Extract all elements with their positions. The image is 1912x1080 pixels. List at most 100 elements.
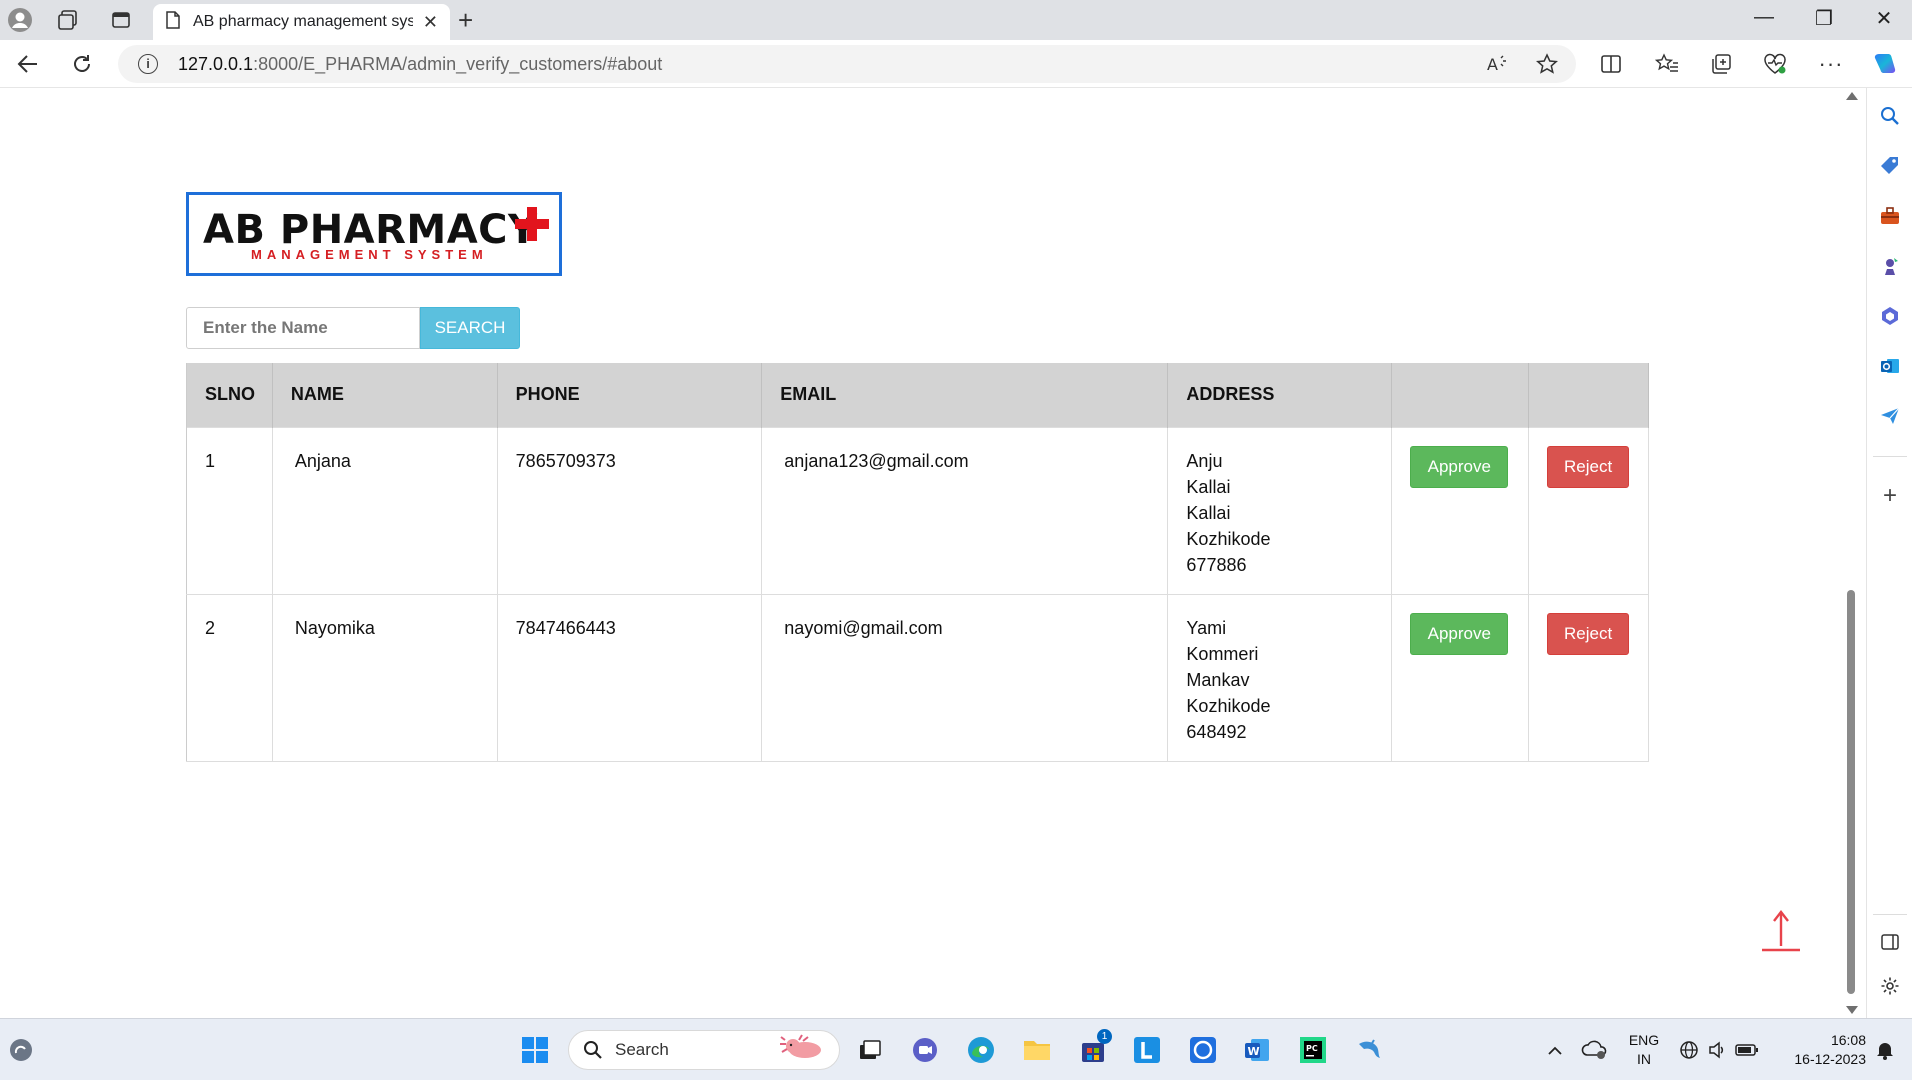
search-icon[interactable] (1878, 104, 1902, 128)
tools-icon[interactable] (1878, 204, 1902, 228)
show-hidden-icons-chevron-icon[interactable] (1538, 1033, 1572, 1067)
split-screen-icon[interactable] (1596, 50, 1626, 78)
close-tab-icon[interactable]: ✕ (423, 12, 438, 33)
browser-tab-bar: AB pharmacy management syste ✕ + — ❐ ✕ (0, 0, 1912, 40)
region-code: IN (1637, 1051, 1651, 1067)
url-path: :8000/E_PHARMA/admin_verify_customers/#a… (253, 53, 663, 74)
microsoft-store-icon[interactable]: 1 (1076, 1029, 1112, 1067)
games-icon[interactable] (1878, 254, 1902, 278)
add-sidebar-app-icon[interactable]: + (1878, 482, 1902, 509)
approve-button[interactable]: Approve (1410, 445, 1509, 488)
medical-cross-icon (515, 207, 549, 241)
sidebar-divider (1873, 456, 1907, 457)
favorite-star-icon[interactable] (1532, 50, 1562, 78)
widgets-weather-icon[interactable] (4, 1033, 38, 1067)
page-content: AB PHARMACY MANAGEMENT SYSTEM SEARCH SLN… (0, 88, 1840, 1018)
cell-reject: Reject (1528, 426, 1649, 595)
cell-address: Anju Kallai Kallai Kozhikode 677886 (1167, 426, 1393, 595)
language-indicator[interactable]: ENG IN (1624, 1031, 1664, 1069)
task-view-icon[interactable] (852, 1033, 886, 1067)
close-window-icon[interactable]: ✕ (1864, 6, 1904, 31)
volume-icon[interactable] (1700, 1033, 1734, 1067)
edge-browser-icon[interactable] (964, 1033, 998, 1067)
reject-button[interactable]: Reject (1547, 612, 1630, 655)
site-info-icon[interactable]: i (138, 54, 158, 74)
microsoft-365-icon[interactable] (1878, 304, 1902, 328)
cell-phone: 7865709373 (496, 426, 763, 595)
cell-name: Nayomika (271, 593, 498, 762)
mysql-dolphin-icon[interactable] (1352, 1033, 1386, 1067)
notification-bell-icon[interactable] (1868, 1033, 1902, 1067)
address-line: Kallai (1186, 502, 1231, 523)
search-icon (584, 1041, 602, 1059)
windows-taskbar: Search 1 W PC ENG IN 16:08 16-12-2023 (0, 1018, 1912, 1080)
header-reject-col (1528, 363, 1649, 427)
search-highlight-axolotl-icon (777, 1032, 831, 1069)
send-drop-icon[interactable] (1878, 404, 1902, 428)
outlook-icon[interactable] (1878, 354, 1902, 378)
page-scrollbar[interactable] (1840, 88, 1862, 1018)
pharmacy-logo[interactable]: AB PHARMACY MANAGEMENT SYSTEM (186, 192, 562, 276)
cell-approve: Approve (1391, 593, 1530, 762)
store-notification-badge: 1 (1097, 1029, 1112, 1044)
cell-email: anjana123@gmail.com (761, 426, 1169, 595)
collections-icon[interactable] (1706, 50, 1736, 78)
copilot-icon[interactable] (1870, 50, 1900, 78)
l-app-icon[interactable] (1130, 1033, 1164, 1067)
tab-actions-icon[interactable] (107, 6, 135, 34)
teams-chat-icon[interactable] (908, 1033, 942, 1067)
clock-time: 16:08 (1830, 1032, 1866, 1048)
refresh-icon[interactable] (66, 50, 98, 78)
new-tab-icon[interactable]: + (458, 7, 473, 33)
address-line: 648492 (1186, 721, 1247, 742)
reject-button[interactable]: Reject (1547, 445, 1630, 488)
profile-icon[interactable] (6, 6, 34, 34)
alexa-icon[interactable] (1186, 1033, 1220, 1067)
address-line: Yami (1186, 617, 1227, 638)
logo-subtitle: MANAGEMENT SYSTEM (251, 247, 488, 262)
browser-essentials-icon[interactable] (1760, 50, 1790, 78)
scroll-down-icon[interactable] (1846, 1006, 1858, 1014)
read-aloud-icon[interactable]: A (1482, 50, 1512, 78)
battery-icon[interactable] (1730, 1033, 1764, 1067)
scroll-up-icon[interactable] (1846, 92, 1858, 100)
windows-start-icon[interactable] (518, 1033, 552, 1067)
svg-text:W: W (1248, 1045, 1260, 1058)
browser-tab[interactable]: AB pharmacy management syste ✕ (153, 4, 450, 40)
cell-address: Yami Kommeri Mankav Kozhikode 648492 (1167, 593, 1393, 762)
cell-slno: 2 (186, 593, 273, 762)
table-header-row: SLNO NAME PHONE EMAIL ADDRESS (186, 363, 1649, 427)
address-line: 677886 (1186, 554, 1247, 575)
clock[interactable]: 16:08 16-12-2023 (1770, 1031, 1866, 1069)
back-icon[interactable] (12, 50, 44, 78)
minimize-icon[interactable]: — (1744, 6, 1784, 29)
back-to-top-arrow-icon[interactable] (1760, 908, 1802, 952)
tab-title: AB pharmacy management syste (193, 13, 413, 30)
url-host: 127.0.0.1 (178, 53, 254, 74)
hide-sidebar-icon[interactable] (1878, 930, 1902, 954)
taskbar-search-box[interactable]: Search (568, 1030, 840, 1070)
word-icon[interactable]: W (1240, 1033, 1274, 1067)
file-explorer-icon[interactable] (1020, 1033, 1054, 1067)
table-row: 2 Nayomika 7847466443 nayomi@gmail.com Y… (186, 593, 1649, 762)
address-line: Kommeri (1186, 643, 1259, 664)
more-options-icon[interactable]: ··· (1816, 50, 1846, 78)
url-field[interactable]: i 127.0.0.1:8000/E_PHARMA/admin_verify_c… (118, 45, 1576, 83)
header-address: ADDRESS (1167, 363, 1393, 427)
shopping-tag-icon[interactable] (1878, 154, 1902, 178)
restore-icon[interactable]: ❐ (1804, 6, 1844, 31)
page-icon (165, 10, 181, 34)
approve-button[interactable]: Approve (1410, 612, 1509, 655)
scroll-thumb[interactable] (1847, 590, 1855, 994)
settings-gear-icon[interactable] (1878, 974, 1902, 998)
svg-text:PC: PC (1306, 1044, 1318, 1053)
header-email: EMAIL (761, 363, 1169, 427)
cell-name: Anjana (271, 426, 498, 595)
onedrive-sync-icon[interactable] (1578, 1033, 1612, 1067)
workspaces-icon[interactable] (54, 6, 82, 34)
favorites-icon[interactable] (1652, 50, 1682, 78)
search-button[interactable]: SEARCH (420, 307, 520, 349)
header-name: NAME (272, 363, 498, 427)
pycharm-icon[interactable]: PC (1296, 1033, 1330, 1067)
name-search-input[interactable] (186, 307, 420, 349)
